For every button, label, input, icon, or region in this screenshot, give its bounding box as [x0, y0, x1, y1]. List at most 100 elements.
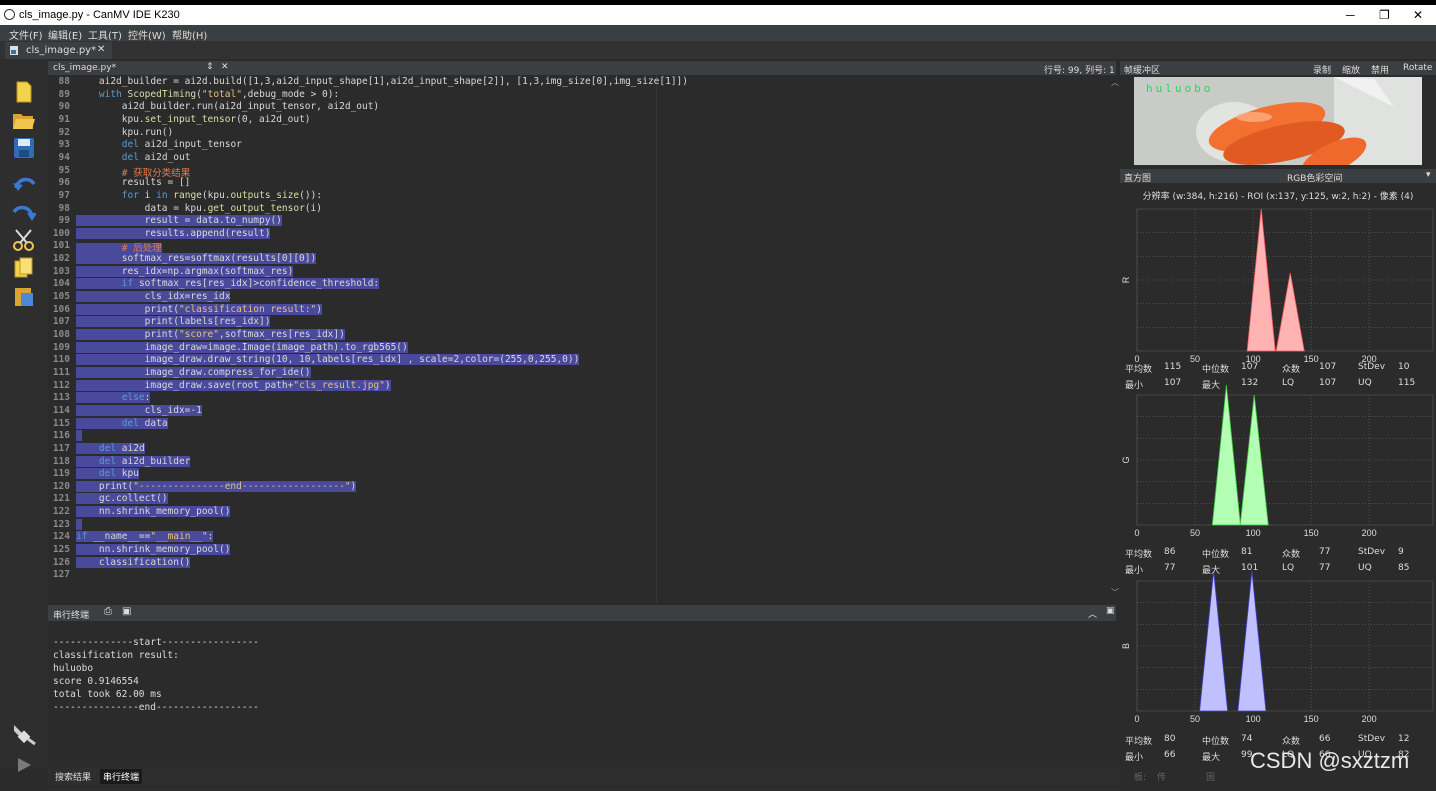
menu-tools[interactable]: 工具(T) [88, 27, 122, 42]
code-line[interactable]: del data [76, 417, 168, 429]
code-line[interactable]: cls_idx=-1 [76, 404, 202, 416]
menu-help[interactable]: 帮助(H) [172, 27, 207, 42]
rotate-button[interactable]: Rotate [1403, 63, 1432, 73]
scroll-up-icon[interactable]: ︿ [1111, 77, 1119, 88]
code-line[interactable]: del ai2d_out [76, 152, 191, 163]
paste-icon[interactable] [11, 283, 37, 309]
code-line[interactable]: print("classification result:") [76, 303, 322, 315]
code-line[interactable]: print(labels[res_idx]) [76, 316, 271, 328]
file-tab[interactable]: cls_image.py* ✕ [5, 42, 112, 59]
code-line[interactable]: ai2d_builder.run(ai2d_input_tensor, ai2d… [76, 101, 379, 112]
code-line[interactable]: if softmax_res[res_idx]>confidence_thres… [76, 278, 380, 290]
code-line[interactable]: image_draw.save(root_path+"cls_result.jp… [76, 379, 391, 391]
tab-serial-terminal[interactable]: 串行终端 [100, 769, 143, 784]
colorspace-select[interactable]: RGB色彩空间 [1287, 171, 1342, 184]
tab-close-icon[interactable]: ✕ [97, 44, 105, 55]
stat-label-max: 最大 [1202, 753, 1221, 763]
connect-icon[interactable] [11, 721, 37, 747]
serial-terminal-output[interactable]: --------------start----------------- cla… [48, 621, 1110, 767]
menu-edit[interactable]: 编辑(E) [48, 27, 82, 42]
code-line[interactable]: result = data.to_numpy() [76, 215, 282, 227]
code-line[interactable]: image_draw.compress_for_ide() [76, 366, 311, 378]
line-number: 118 [52, 455, 70, 467]
close-button[interactable]: ✕ [1413, 8, 1423, 22]
file-switcher-arrows-icon[interactable]: ⇕ [206, 62, 214, 72]
terminal-collapse-icon[interactable]: ︿ [1088, 607, 1097, 620]
code-line[interactable]: cls_idx=res_idx [76, 291, 231, 303]
stat-label-max: 最大 [1202, 381, 1221, 391]
stat-r-median: 107 [1241, 362, 1259, 372]
menu-file[interactable]: 文件(F) [9, 27, 43, 42]
open-folder-icon[interactable] [11, 107, 37, 133]
scroll-down-icon[interactable]: ﹀ [1111, 587, 1119, 598]
editor-close-icon[interactable]: ✕ [221, 62, 229, 72]
code-line[interactable]: image_draw.draw_string(10, 10,labels[res… [76, 354, 580, 366]
stat-label-max: 最大 [1202, 566, 1221, 576]
code-line[interactable]: results = [] [76, 177, 191, 188]
copy-icon[interactable] [11, 255, 37, 281]
code-line[interactable] [76, 569, 82, 580]
maximize-button[interactable]: ❐ [1379, 8, 1390, 22]
code-line[interactable] [76, 430, 82, 442]
line-number: 124 [52, 531, 70, 543]
line-number: 119 [52, 468, 70, 480]
redo-icon[interactable] [11, 199, 37, 225]
code-line[interactable]: ai2d_builder = ai2d.build([1,3,ai2d_inpu… [76, 76, 688, 87]
stat-b-stdev: 12 [1398, 734, 1410, 744]
stat-b-median: 74 [1241, 734, 1253, 744]
minimize-button[interactable]: ─ [1346, 8, 1355, 22]
code-line[interactable]: data = kpu.get_output_tensor(i) [76, 203, 322, 214]
line-number: 92 [58, 126, 70, 138]
tab-search-results[interactable]: 搜索结果 [52, 769, 94, 784]
code-line[interactable]: kpu.run() [76, 127, 173, 138]
editor-vertical-scrollbar[interactable]: ︿ ﹀ [1110, 75, 1120, 603]
code-line[interactable]: else: [76, 392, 151, 404]
code-line[interactable]: image_draw=image.Image(image_path).to_rg… [76, 341, 408, 353]
code-line[interactable]: print("score",softmax_res[res_idx]) [76, 329, 345, 340]
colorspace-dropdown-icon[interactable]: ▾ [1426, 170, 1431, 180]
code-line[interactable]: del kpu [76, 468, 139, 480]
code-line[interactable]: for i in range(kpu.outputs_size()): [76, 190, 322, 201]
stat-label-mean: 平均数 [1125, 550, 1153, 560]
line-number: 93 [58, 139, 70, 151]
line-number: 105 [52, 291, 70, 303]
code-line[interactable]: with ScopedTiming("total",debug_mode > 0… [76, 89, 339, 100]
terminal-float-icon[interactable]: ▣ [1106, 606, 1115, 616]
stat-g-lq: 77 [1319, 563, 1331, 573]
undo-icon[interactable] [11, 171, 37, 197]
zoom-button[interactable]: 缩放 [1342, 63, 1360, 76]
code-line[interactable]: nn.shrink_memory_pool() [76, 544, 231, 556]
code-line[interactable]: kpu.set_input_tensor(0, ai2d_out) [76, 114, 311, 125]
code-line[interactable]: softmax_res=softmax(results[0][0]) [76, 253, 317, 265]
record-button[interactable]: 录制 [1313, 63, 1331, 76]
bottom-tab-bar: 搜索结果 串行终端 板: 传感器: 固件版本: [48, 767, 1215, 791]
code-line[interactable]: if __name__=="__main__": [76, 531, 214, 543]
code-line[interactable]: results.append(result) [76, 227, 271, 239]
code-line[interactable]: nn.shrink_memory_pool() [76, 506, 231, 518]
code-editor[interactable]: 88 ai2d_builder = ai2d.build([1,3,ai2d_i… [48, 75, 1110, 603]
run-icon[interactable] [11, 752, 37, 778]
stat-label-mean: 平均数 [1125, 737, 1153, 747]
stat-label-median: 中位数 [1202, 737, 1230, 747]
code-line[interactable]: gc.collect() [76, 493, 168, 505]
terminal-clear-icon[interactable]: ⎙ [104, 606, 112, 617]
cut-icon[interactable] [11, 227, 37, 253]
line-number: 111 [52, 366, 70, 378]
code-line[interactable]: res_idx=np.argmax(softmax_res) [76, 265, 294, 277]
disable-button[interactable]: 禁用 [1371, 63, 1389, 76]
terminal-save-icon[interactable]: ▣ [122, 606, 131, 617]
code-line[interactable]: del ai2d_input_tensor [76, 139, 242, 150]
line-number: 125 [52, 544, 70, 556]
stat-label-stdev: StDev [1358, 547, 1386, 557]
new-file-icon[interactable] [11, 79, 37, 105]
code-line[interactable]: classification() [76, 556, 191, 568]
code-line[interactable] [76, 518, 82, 530]
save-icon[interactable] [11, 135, 37, 161]
stat-label-median: 中位数 [1202, 550, 1230, 560]
menu-widgets[interactable]: 控件(W) [128, 27, 166, 42]
code-line[interactable]: del ai2d [76, 442, 145, 454]
stat-g-min: 77 [1164, 563, 1176, 573]
code-line[interactable]: print("---------------end---------------… [76, 480, 357, 492]
code-line[interactable]: del ai2d_builder [76, 455, 191, 467]
terminal-line: ---------------end------------------ [53, 702, 259, 713]
